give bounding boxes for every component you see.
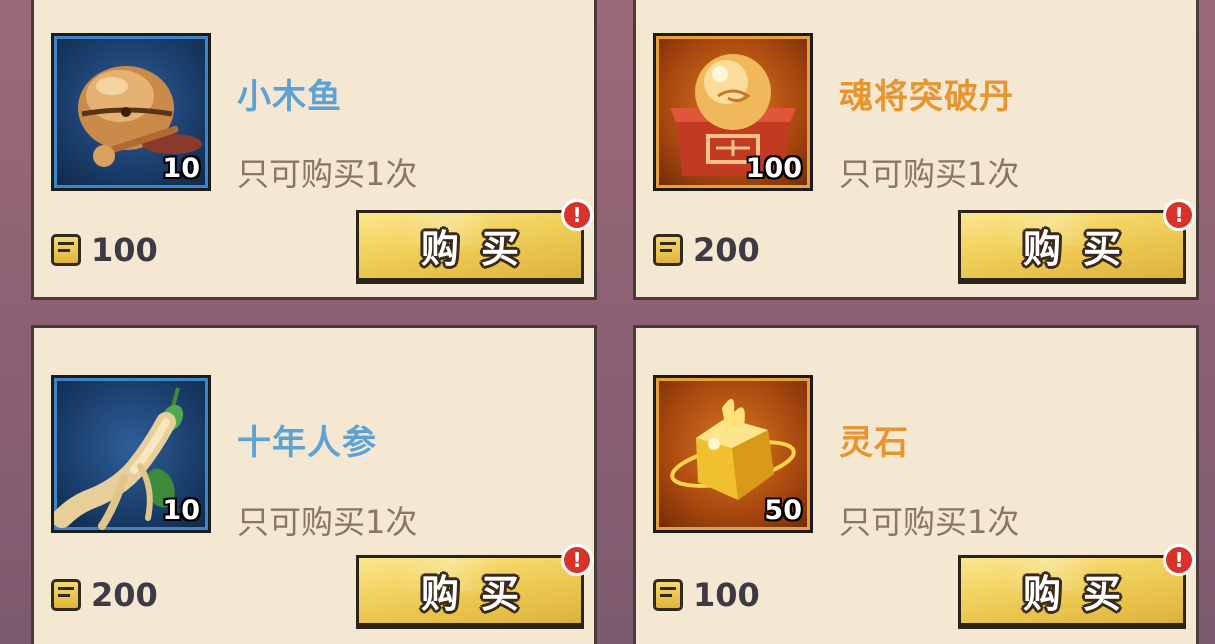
ticket-coin-icon xyxy=(653,579,683,611)
shop-item-card: 10 十年人参 只可购买1次 200 购买 ! xyxy=(31,325,597,644)
shop-item-card: 100 魂将突破丹 只可购买1次 200 购买 ! xyxy=(633,0,1199,300)
buy-button[interactable]: 购买 ! xyxy=(356,544,593,629)
item-quantity: 10 xyxy=(162,153,200,184)
buy-label: 购买 xyxy=(420,227,541,271)
alert-icon: ! xyxy=(1163,199,1195,231)
item-quantity: 100 xyxy=(745,153,802,184)
ticket-coin-icon xyxy=(51,234,81,266)
purchase-limit: 只可购买1次 xyxy=(839,155,1020,193)
item-quantity: 50 xyxy=(764,495,802,526)
buy-label: 购买 xyxy=(1022,572,1143,616)
shop-item-card: 50 灵石 只可购买1次 100 购买 ! xyxy=(633,325,1199,644)
price-value: 100 xyxy=(693,576,760,614)
price-value: 200 xyxy=(693,231,760,269)
item-name: 灵石 xyxy=(839,423,909,463)
item-price: 100 xyxy=(51,231,158,269)
alert-icon: ! xyxy=(561,544,593,576)
item-icon-frame[interactable]: 100 xyxy=(653,33,813,191)
buy-button[interactable]: 购买 ! xyxy=(958,199,1195,284)
ticket-coin-icon xyxy=(51,579,81,611)
item-icon-frame[interactable]: 10 xyxy=(51,33,211,191)
price-value: 100 xyxy=(91,231,158,269)
item-icon-frame[interactable]: 50 xyxy=(653,375,813,533)
item-price: 200 xyxy=(653,231,760,269)
item-quantity: 10 xyxy=(162,495,200,526)
purchase-limit: 只可购买1次 xyxy=(839,503,1020,541)
purchase-limit: 只可购买1次 xyxy=(237,155,418,193)
item-name: 小木鱼 xyxy=(237,77,342,117)
alert-icon: ! xyxy=(561,199,593,231)
buy-label: 购买 xyxy=(1022,227,1143,271)
item-icon-frame[interactable]: 10 xyxy=(51,375,211,533)
price-value: 200 xyxy=(91,576,158,614)
buy-label: 购买 xyxy=(420,572,541,616)
item-name: 魂将突破丹 xyxy=(839,77,1014,117)
alert-icon: ! xyxy=(1163,544,1195,576)
item-name: 十年人参 xyxy=(237,423,377,463)
purchase-limit: 只可购买1次 xyxy=(237,503,418,541)
shop-item-card: 10 小木鱼 只可购买1次 100 购买 ! xyxy=(31,0,597,300)
item-price: 200 xyxy=(51,576,158,614)
buy-button[interactable]: 购买 ! xyxy=(958,544,1195,629)
item-price: 100 xyxy=(653,576,760,614)
ticket-coin-icon xyxy=(653,234,683,266)
buy-button[interactable]: 购买 ! xyxy=(356,199,593,284)
